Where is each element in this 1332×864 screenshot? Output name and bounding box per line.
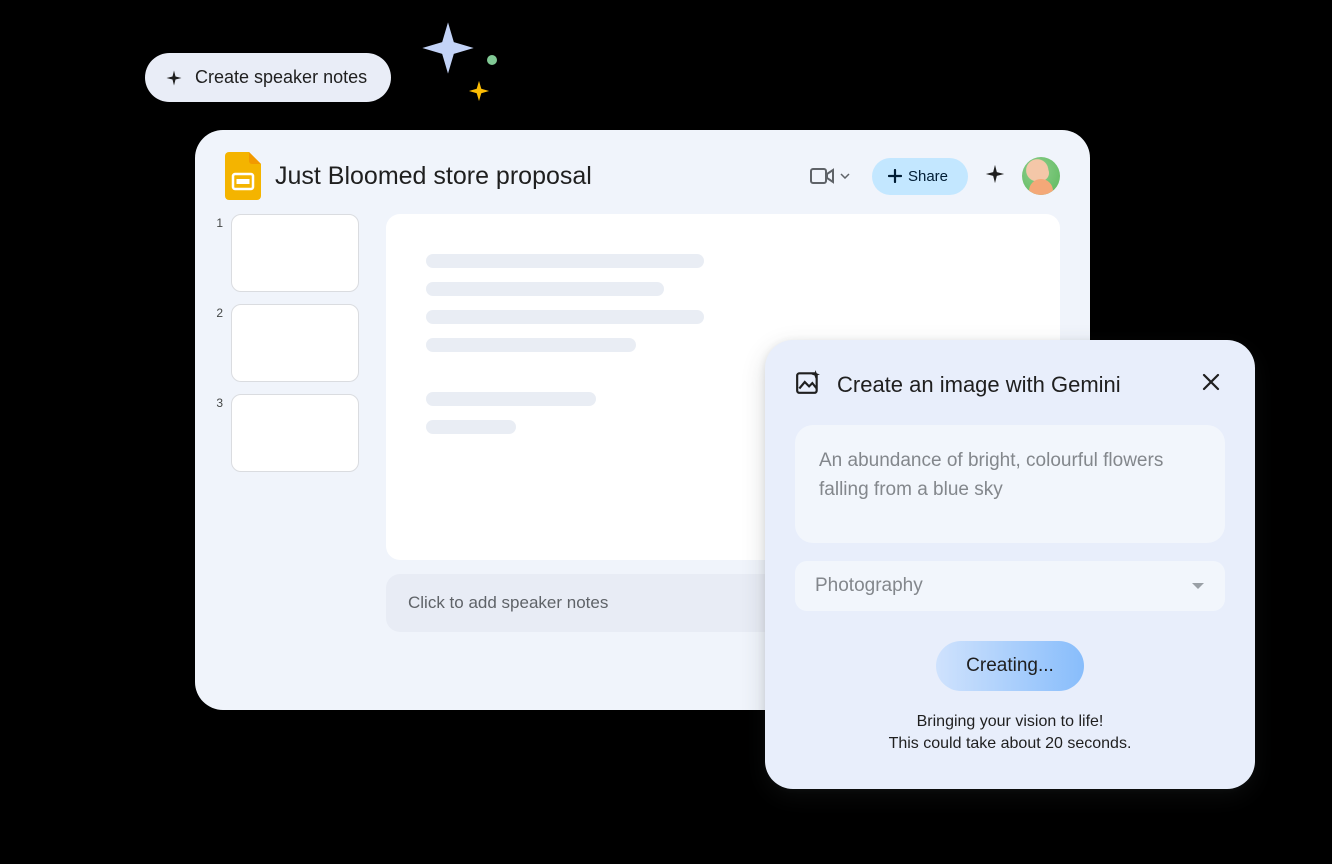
slide-number: 1 (213, 216, 223, 230)
status-line-2: This could take about 20 seconds. (795, 735, 1225, 753)
spark-icon (165, 69, 183, 87)
image-style-select[interactable]: Photography (795, 561, 1225, 611)
slide-thumbnail-row: 3 (213, 394, 368, 472)
gemini-button[interactable] (984, 163, 1006, 190)
create-speaker-notes-pill[interactable]: Create speaker notes (145, 53, 391, 102)
gemini-panel-header: Create an image with Gemini (795, 368, 1225, 401)
plus-icon (888, 169, 902, 183)
chevron-down-icon (1191, 582, 1205, 590)
slide-number: 3 (213, 396, 223, 410)
placeholder-line (426, 338, 636, 352)
spark-icon (984, 163, 1006, 185)
gemini-panel-title: Create an image with Gemini (837, 372, 1181, 398)
image-spark-icon (795, 369, 821, 400)
share-button[interactable]: Share (872, 158, 968, 195)
app-header: Just Bloomed store proposal Share (195, 130, 1090, 214)
speaker-notes-placeholder: Click to add speaker notes (408, 593, 608, 613)
sparkle-decoration (420, 20, 510, 110)
close-icon (1201, 372, 1221, 392)
present-video-button[interactable] (804, 161, 856, 191)
header-actions: Share (804, 157, 1060, 195)
placeholder-line (426, 282, 664, 296)
style-selected-label: Photography (815, 575, 923, 597)
slide-thumbnail-row: 2 (213, 304, 368, 382)
sparkle-yellow-icon (468, 80, 490, 102)
slides-logo-icon (225, 152, 261, 200)
slide-thumbnail[interactable] (231, 304, 359, 382)
account-avatar[interactable] (1022, 157, 1060, 195)
status-line-1: Bringing your vision to life! (795, 713, 1225, 731)
creating-button[interactable]: Creating... (936, 641, 1084, 691)
close-button[interactable] (1197, 368, 1225, 401)
slide-thumbnail-panel: 1 2 3 (213, 214, 368, 632)
placeholder-line (426, 392, 596, 406)
share-label: Share (908, 168, 948, 185)
gemini-image-panel: Create an image with Gemini An abundance… (765, 340, 1255, 789)
creating-label: Creating... (966, 655, 1054, 676)
placeholder-line (426, 254, 704, 268)
video-icon (810, 167, 834, 185)
slide-thumbnail-row: 1 (213, 214, 368, 292)
slide-number: 2 (213, 306, 223, 320)
slide-thumbnail[interactable] (231, 394, 359, 472)
status-text: Bringing your vision to life! This could… (795, 713, 1225, 753)
image-prompt-input[interactable]: An abundance of bright, colourful flower… (795, 425, 1225, 543)
placeholder-line (426, 420, 516, 434)
pill-label: Create speaker notes (195, 67, 367, 88)
sparkle-dot-icon (487, 55, 497, 65)
chevron-down-icon (840, 173, 850, 179)
prompt-text: An abundance of bright, colourful flower… (819, 447, 1201, 504)
slide-thumbnail[interactable] (231, 214, 359, 292)
sparkle-large-icon (420, 20, 476, 76)
placeholder-line (426, 310, 704, 324)
document-title[interactable]: Just Bloomed store proposal (275, 162, 790, 191)
